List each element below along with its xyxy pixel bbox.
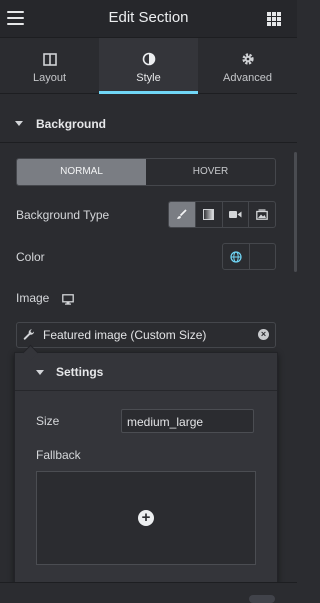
panel-title: Edit Section <box>108 9 189 26</box>
section-title: Background <box>36 117 107 131</box>
dynamic-tag-field[interactable]: Featured image (Custom Size) × <box>16 322 276 348</box>
image-label: Image <box>16 291 50 305</box>
top-bar: Edit Section <box>0 0 297 38</box>
gradient-icon[interactable] <box>196 202 223 227</box>
wrench-icon <box>23 328 35 346</box>
slideshow-icon[interactable] <box>249 202 275 227</box>
size-label: Size <box>36 414 60 428</box>
grid-apps-icon[interactable] <box>267 12 281 26</box>
half-circle-style-icon <box>99 50 198 68</box>
tab-style[interactable]: Style <box>99 38 198 94</box>
background-type-label: Background Type <box>16 208 110 222</box>
hover-tab[interactable]: HOVER <box>146 159 275 185</box>
normal-tab[interactable]: NORMAL <box>17 159 146 185</box>
fallback-image-picker[interactable]: + <box>36 471 256 565</box>
settings-section-toggle[interactable]: Settings <box>15 353 277 391</box>
bottom-area <box>0 582 297 603</box>
tab-layout-label: Layout <box>32 72 67 84</box>
video-icon[interactable] <box>223 202 250 227</box>
globe-icon[interactable] <box>223 244 250 269</box>
size-select[interactable]: medium_large <box>121 409 254 433</box>
color-swatch[interactable] <box>250 244 276 269</box>
gear-icon <box>198 50 297 68</box>
plus-circle-icon[interactable]: + <box>138 510 154 526</box>
caret-down-icon <box>15 121 23 126</box>
background-type-choices <box>168 201 276 228</box>
tab-advanced-label: Advanced <box>223 72 272 84</box>
state-switch: NORMAL HOVER <box>16 158 276 186</box>
dynamic-tag-value: Featured image (Custom Size) <box>43 328 207 342</box>
remove-tag-icon[interactable]: × <box>258 329 269 340</box>
panel-scrollbar[interactable] <box>294 152 297 272</box>
dynamic-tag-settings-popup: Settings Size medium_large Fallback + <box>14 344 278 584</box>
color-label: Color <box>16 250 45 264</box>
fallback-label: Fallback <box>36 448 81 462</box>
toggle-switch[interactable] <box>249 595 275 603</box>
settings-title: Settings <box>56 365 104 379</box>
desktop-monitor-icon[interactable] <box>62 292 74 310</box>
columns-layout-icon <box>0 50 99 68</box>
tab-layout[interactable]: Layout <box>0 38 99 93</box>
tab-style-label: Style <box>136 72 161 84</box>
brush-classic-icon[interactable] <box>169 202 196 227</box>
caret-down-icon <box>36 370 44 375</box>
tab-advanced[interactable]: Advanced <box>198 38 297 93</box>
color-control <box>222 243 276 270</box>
background-section-toggle[interactable]: Background <box>0 106 297 143</box>
panel-tabs: Layout Style Advanced <box>0 38 297 94</box>
